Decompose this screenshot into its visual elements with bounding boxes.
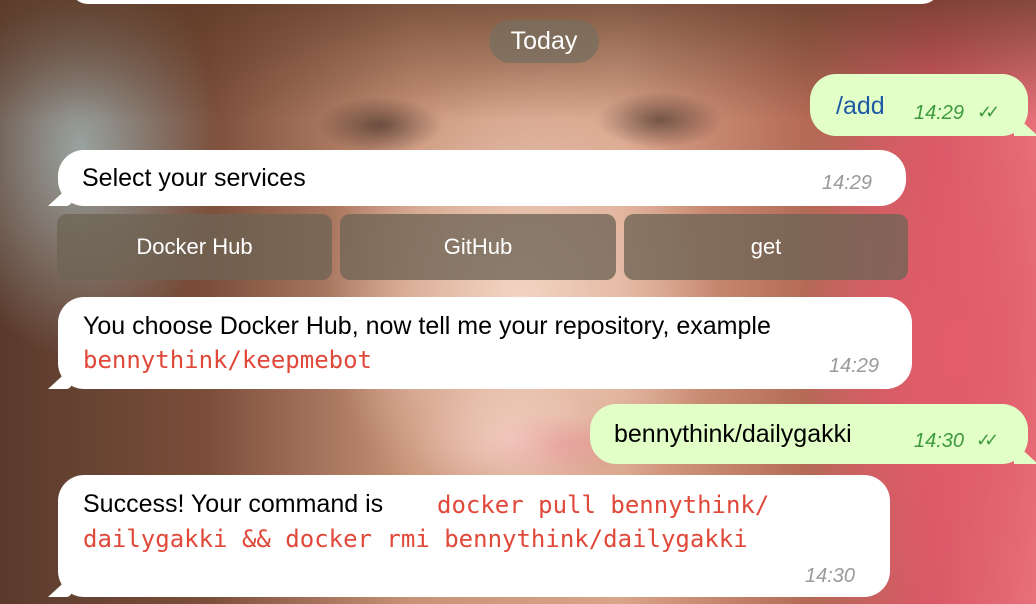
inline-button-github[interactable]: GitHub bbox=[340, 214, 616, 280]
previous-message-bubble bbox=[70, 0, 940, 4]
command-code-line1: docker pull bennythink/ bbox=[437, 491, 770, 519]
message-outgoing-add[interactable]: /add 14:29 ✓✓ bbox=[810, 74, 1036, 136]
message-time: 14:29 bbox=[822, 172, 873, 194]
message-time: 14:29 bbox=[829, 355, 880, 377]
message-text: bennythink/dailygakki bbox=[614, 420, 852, 448]
message-time: 14:30 bbox=[914, 430, 965, 452]
date-separator: Today bbox=[489, 20, 599, 63]
message-text: Success! Your command is bbox=[83, 490, 384, 518]
message-text: You choose Docker Hub, now tell me your … bbox=[83, 312, 771, 340]
inline-button-docker-hub[interactable]: Docker Hub bbox=[57, 214, 332, 280]
inline-button-get[interactable]: get bbox=[624, 214, 908, 280]
message-outgoing-repository[interactable]: bennythink/dailygakki 14:30 ✓✓ bbox=[590, 404, 1036, 464]
read-receipt-icon: ✓✓ bbox=[977, 102, 1000, 122]
message-incoming-success[interactable]: Success! Your command is docker pull ben… bbox=[48, 475, 890, 597]
message-time: 14:30 bbox=[805, 565, 856, 587]
message-incoming-select-services[interactable]: Select your services 14:29 bbox=[48, 150, 906, 206]
repository-example: bennythink/keepmebot bbox=[83, 346, 372, 374]
message-text[interactable]: /add bbox=[836, 90, 885, 123]
command-code-line2: dailygakki && docker rmi bennythink/dail… bbox=[83, 525, 748, 553]
message-incoming-docker-hub-prompt[interactable]: You choose Docker Hub, now tell me your … bbox=[48, 297, 912, 389]
message-time: 14:29 bbox=[914, 102, 965, 124]
read-receipt-icon: ✓✓ bbox=[976, 430, 999, 450]
message-text: Select your services bbox=[82, 164, 306, 192]
